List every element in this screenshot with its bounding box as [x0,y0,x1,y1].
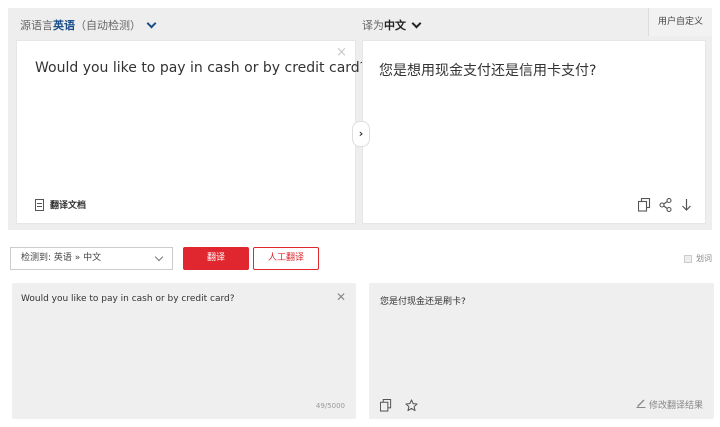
chevron-down-icon [154,252,164,262]
copy-icon[interactable] [379,397,393,412]
pencil-icon [636,398,646,411]
translate-document-label: 翻译文档 [50,201,87,211]
share-icon[interactable] [659,197,672,213]
translate-toolbar: 检测到: 英语 » 中文 翻译 人工翻译 划词 [8,247,712,271]
clear-source-button[interactable]: × [336,45,347,60]
target-language-prefix: 译为 [362,19,384,32]
clear-input-button[interactable]: ✕ [336,290,346,304]
translate-button[interactable]: 翻译 [183,247,249,270]
human-translation-button[interactable]: 人工翻译 [253,247,319,270]
custom-dictionary-button[interactable]: 用户自定义 [648,8,712,36]
translate-document-button[interactable]: 翻译文档 [35,198,86,211]
target-text: 您是想用现金支付还是信用卡支付? [379,63,597,79]
edit-result-link[interactable]: 修改翻译结果 [636,398,703,411]
target-language-selector[interactable]: 译为 中文 [362,17,422,33]
word-select-toggle[interactable]: 划词 [684,253,712,264]
output-actions [379,397,418,412]
copy-icon[interactable] [637,197,651,212]
input-text-area[interactable]: Would you like to pay in cash or by cred… [12,283,356,419]
source-language-selector[interactable]: 源语言 英语 （自动检测） [20,17,157,33]
source-text[interactable]: Would you like to pay in cash or by cred… [35,60,367,76]
detected-language-select[interactable]: 检测到: 英语 » 中文 [10,247,173,270]
target-text-area: 您是想用现金支付还是信用卡支付? [362,40,706,224]
input-text[interactable]: Would you like to pay in cash or by cred… [21,294,235,304]
star-icon[interactable] [405,397,418,412]
source-text-area[interactable]: Would you like to pay in cash or by cred… [16,40,367,224]
chevron-down-icon [146,18,157,28]
target-actions [637,197,693,213]
source-language-prefix: 源语言 [20,19,53,32]
download-icon[interactable] [680,197,693,211]
chevron-down-icon [411,18,422,28]
language-bar: 源语言 英语 （自动检测） 译为 中文 用户自定义 [8,8,712,38]
target-language-name: 中文 [384,19,406,32]
word-select-checkbox[interactable] [684,254,692,263]
source-language-name: 英语 [53,19,75,32]
character-counter: 49/5000 [315,402,345,410]
word-select-label: 划词 [696,254,712,263]
top-translator-panel: 源语言 英语 （自动检测） 译为 中文 用户自定义 Would you like… [8,8,712,230]
detected-language-label: 检测到: 英语 » 中文 [21,253,102,263]
edit-result-label: 修改翻译结果 [648,401,703,411]
output-text: 您是付现金还是刷卡? [380,297,466,307]
source-language-note: （自动检测） [75,19,141,32]
document-icon [35,198,44,211]
output-text-area: 您是付现金还是刷卡? 修改翻译结果 [369,283,714,419]
expand-arrow-button[interactable]: › [352,121,370,147]
